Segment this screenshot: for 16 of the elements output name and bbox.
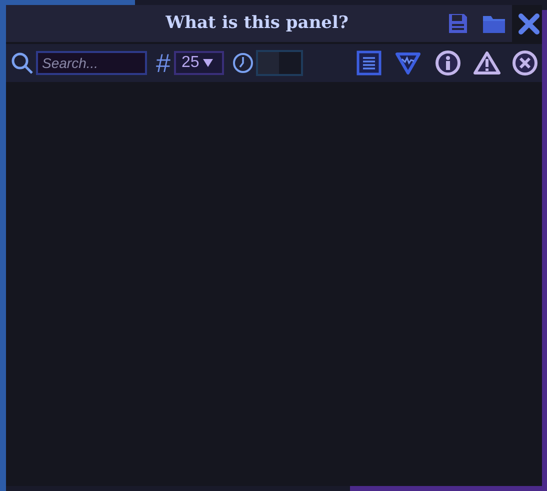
clock-icon [232,52,254,74]
info-icon[interactable] [435,50,461,76]
count-symbol: # [156,50,170,76]
list-icon[interactable] [356,50,382,76]
cancel-icon[interactable] [512,50,538,76]
timer-toggle[interactable] [256,50,304,76]
search-icon[interactable] [10,51,34,75]
save-icon[interactable] [448,13,468,34]
page-size-dropdown[interactable]: 25 [174,51,224,75]
folder-icon[interactable] [482,14,506,34]
warning-icon[interactable] [473,50,501,76]
caret-icon [203,59,214,67]
search-field[interactable]: Search... [36,51,147,75]
window-title: What is this panel? [166,12,348,35]
close-icon[interactable] [518,12,540,34]
filter-icon[interactable] [395,51,421,75]
